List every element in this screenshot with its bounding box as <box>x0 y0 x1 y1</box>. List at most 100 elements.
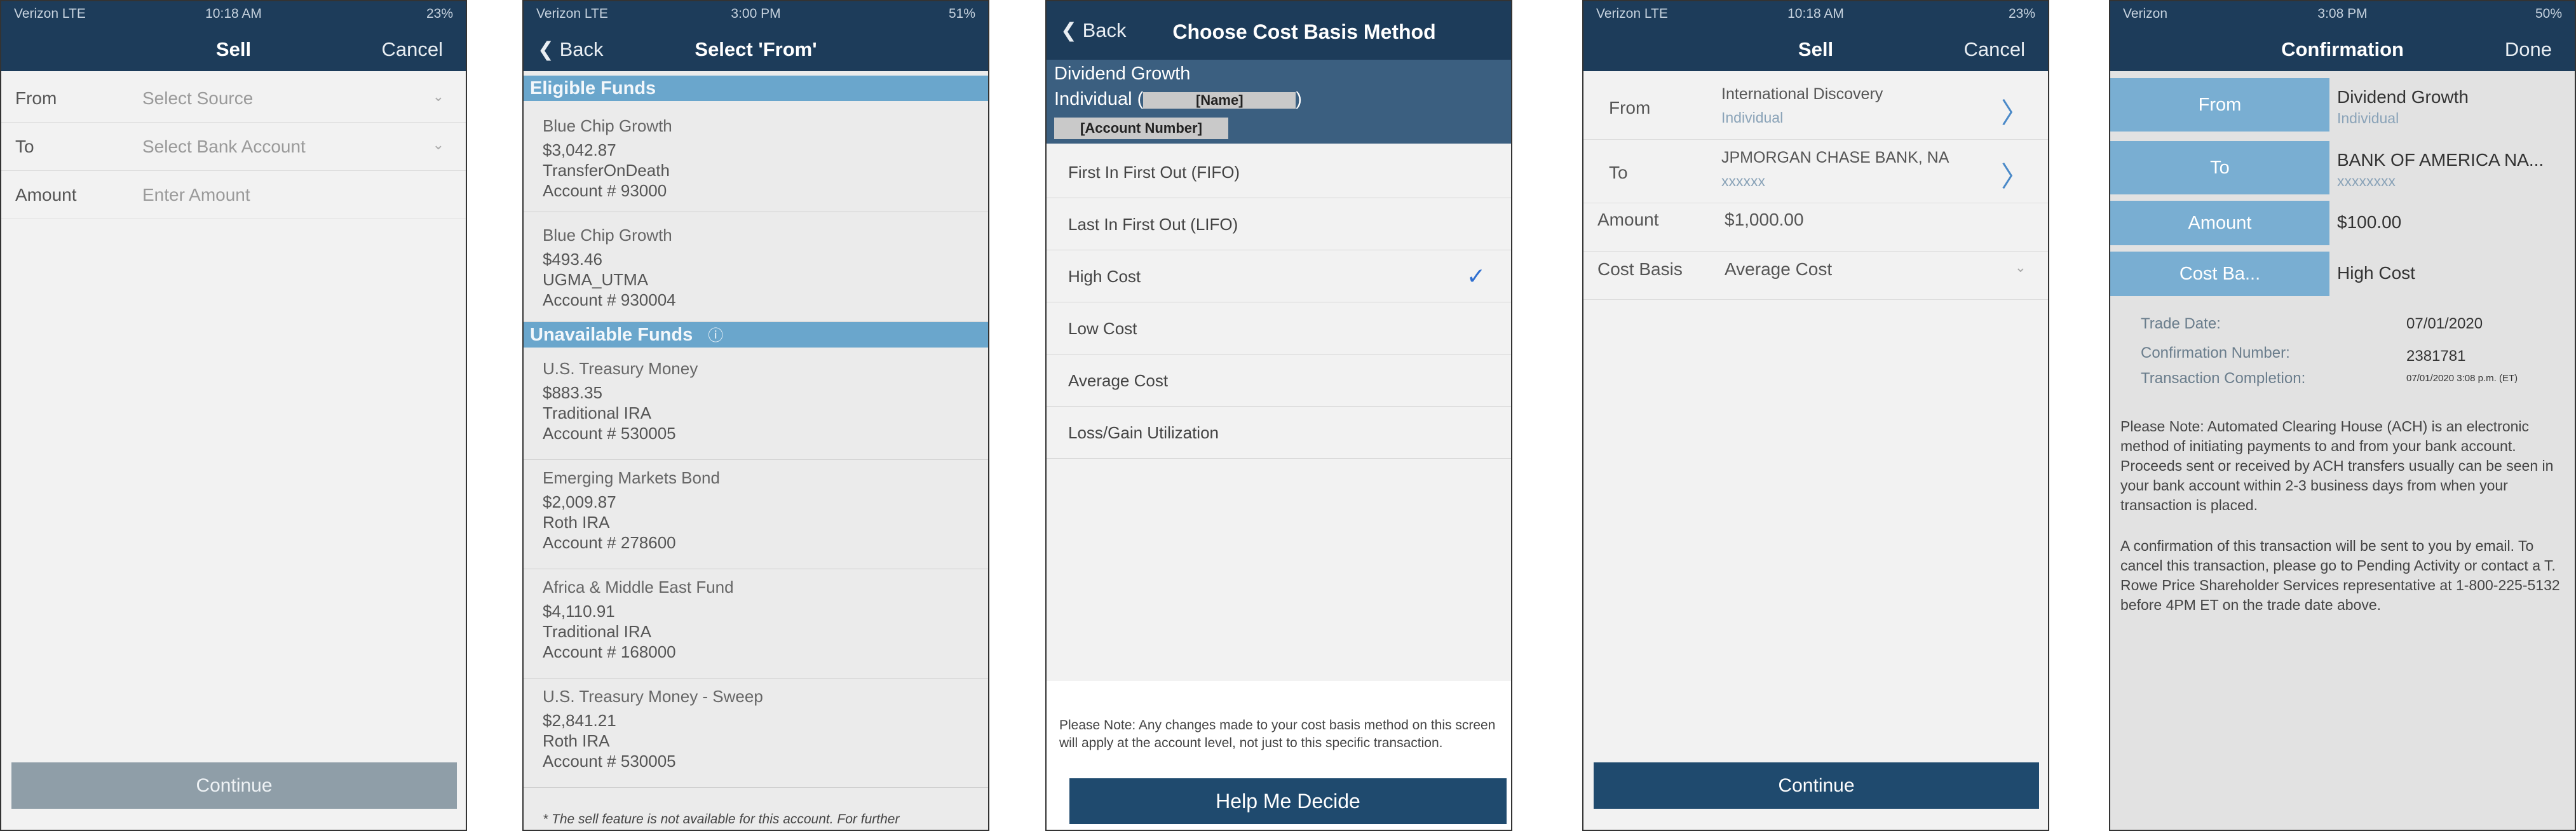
method-loss-gain[interactable]: Loss/Gain Utilization <box>1047 407 1511 459</box>
fund-name: Emerging Markets Bond <box>543 468 720 487</box>
method-label: High Cost <box>1068 267 1141 286</box>
fund-item[interactable]: Blue Chip Growth $3,042.87 TransferOnDea… <box>524 104 988 212</box>
fund-account-number: Account # 168000 <box>543 642 676 661</box>
from-fund: International Discovery <box>1721 85 1883 103</box>
select-source-field[interactable]: Select Source <box>142 88 253 109</box>
sell-review-screen: Verizon LTE 10:18 AM 23% Sell Cancel Fro… <box>1582 0 2049 831</box>
battery-label: 23% <box>2008 6 2035 21</box>
nav-bar: ❮ Back Choose Cost Basis Method <box>1047 1 1511 60</box>
confirm-row-cost-basis: Cost Ba... High Cost <box>2110 252 2575 296</box>
method-label: First In First Out (FIFO) <box>1068 163 1240 182</box>
checkmark-icon: ✓ <box>1466 263 1486 289</box>
row-label: To <box>2110 141 2329 194</box>
fund-amount: $4,110.91 <box>543 602 615 621</box>
chevron-down-icon: ⌄ <box>432 88 444 104</box>
fund-name: Africa & Middle East Fund <box>543 578 734 597</box>
fund-account-number: Account # 93000 <box>543 181 667 200</box>
cancel-button[interactable]: Cancel <box>382 38 444 61</box>
battery-label: 51% <box>948 6 975 21</box>
done-button[interactable]: Done <box>2505 38 2552 61</box>
ach-note: Please Note: Automated Clearing House (A… <box>2120 418 2554 513</box>
amount-row[interactable]: Amount $1,000.00 <box>1583 203 2048 252</box>
account-number-redacted: [Account Number] <box>1054 118 1228 139</box>
account-header: Dividend Growth Individual ([Name]) [Acc… <box>1047 60 1511 144</box>
cost-basis-screen: ❮ Back Choose Cost Basis Method Dividend… <box>1045 0 1512 831</box>
nav-bar: Sell Cancel <box>1 25 466 71</box>
fund-account-number: Account # 530005 <box>543 752 676 771</box>
chevron-right-icon: 〉 <box>2001 98 2029 129</box>
to-account-mask: xxxxxx <box>1721 173 1765 189</box>
clock: 10:18 AM <box>1787 6 1844 21</box>
from-row[interactable]: From Select Source ⌄ <box>1 74 466 123</box>
fund-amount: $493.46 <box>543 250 602 269</box>
to-label: To <box>15 137 34 156</box>
trade-date-value: 07/01/2020 <box>2406 315 2483 332</box>
unavailable-funds-label: Unavailable Funds <box>530 325 693 345</box>
row-label: Cost Ba... <box>2110 252 2329 296</box>
cost-basis-value[interactable]: Average Cost <box>1725 259 1832 280</box>
amount-row[interactable]: Amount Enter Amount <box>1 171 466 219</box>
method-label: Low Cost <box>1068 319 1137 338</box>
fund-account-type: Traditional IRA <box>543 622 651 641</box>
info-icon[interactable]: ⓘ <box>708 327 723 344</box>
fund-name: U.S. Treasury Money <box>543 359 698 378</box>
fund-amount: $883.35 <box>543 383 602 402</box>
fund-item[interactable]: Blue Chip Growth $493.46 UGMA_UTMA Accou… <box>524 213 988 321</box>
account-owner: Individual ([Name]) <box>1054 89 1302 110</box>
method-lifo[interactable]: Last In First Out (LIFO) <box>1047 198 1511 250</box>
row-value: BANK OF AMERICA NA... <box>2337 150 2544 170</box>
unavailable-funds-header: Unavailable Funds ⓘ <box>524 322 988 348</box>
to-row[interactable]: To Select Bank Account ⌄ <box>1 123 466 171</box>
continue-button[interactable]: Continue <box>11 762 457 809</box>
amount-label: Amount <box>15 185 77 205</box>
account-number-row: [Account Number] <box>1054 117 1228 139</box>
amount-input[interactable]: Enter Amount <box>142 185 250 205</box>
status-bar: Verizon LTE 10:18 AM 23% <box>1 1 466 25</box>
fund-account-type: TransferOnDeath <box>543 161 670 180</box>
method-high-cost[interactable]: High Cost ✓ <box>1047 250 1511 302</box>
fund-name: U.S. Treasury Money - Sweep <box>543 687 763 706</box>
individual-suffix: ) <box>1296 89 1302 109</box>
to-row[interactable]: To JPMORGAN CHASE BANK, NA xxxxxx 〉 <box>1583 140 2048 203</box>
row-value: High Cost <box>2337 263 2415 283</box>
page-title: Select 'From' <box>695 38 817 60</box>
row-subvalue: xxxxxxxx <box>2337 173 2396 189</box>
method-label: Average Cost <box>1068 371 1169 390</box>
sell-screen: Verizon LTE 10:18 AM 23% Sell Cancel Fro… <box>0 0 467 831</box>
continue-button[interactable]: Continue <box>1594 762 2039 809</box>
fund-account-number: Account # 278600 <box>543 533 676 552</box>
from-label: From <box>15 88 57 108</box>
from-label: From <box>1609 98 1651 118</box>
amount-label: Amount <box>1597 210 1659 229</box>
clock: 3:00 PM <box>731 6 781 21</box>
cancel-button[interactable]: Cancel <box>1964 38 2026 61</box>
method-label: Loss/Gain Utilization <box>1068 423 1219 442</box>
nav-bar: Confirmation Done <box>2110 25 2575 71</box>
fund-item: U.S. Treasury Money - Sweep $2,841.21 Ro… <box>524 680 988 788</box>
amount-value[interactable]: $1,000.00 <box>1725 210 1804 230</box>
fund-amount: $2,841.21 <box>543 711 616 730</box>
method-low-cost[interactable]: Low Cost <box>1047 302 1511 355</box>
eligible-funds-header: Eligible Funds <box>524 76 988 101</box>
row-value: $100.00 <box>2337 212 2402 232</box>
select-from-screen: Verizon LTE 3:00 PM 51% ❮ Back Select 'F… <box>522 0 989 831</box>
to-bank: JPMORGAN CHASE BANK, NA <box>1721 149 1949 166</box>
method-average-cost[interactable]: Average Cost <box>1047 355 1511 407</box>
cost-basis-row[interactable]: Cost Basis Average Cost ⌄ <box>1583 252 2048 300</box>
method-fifo[interactable]: First In First Out (FIFO) <box>1047 146 1511 198</box>
select-bank-account-field[interactable]: Select Bank Account <box>142 137 306 157</box>
status-bar: Verizon 3:08 PM 50% <box>2110 1 2575 25</box>
from-row[interactable]: From International Discovery Individual … <box>1583 76 2048 140</box>
help-me-decide-button[interactable]: Help Me Decide <box>1069 778 1507 824</box>
fund-account-type: Roth IRA <box>543 731 610 750</box>
row-label: From <box>2110 78 2329 132</box>
cost-basis-label: Cost Basis <box>1597 259 1683 279</box>
trade-date-label: Trade Date: <box>2141 315 2221 332</box>
fund-item: Africa & Middle East Fund $4,110.91 Trad… <box>524 571 988 679</box>
clock: 10:18 AM <box>205 6 262 21</box>
fund-name: Dividend Growth <box>1054 64 1191 84</box>
battery-label: 23% <box>426 6 453 21</box>
confirm-row-to: To BANK OF AMERICA NA... xxxxxxxx <box>2110 141 2575 194</box>
row-subvalue: Individual <box>2337 110 2399 126</box>
method-label: Last In First Out (LIFO) <box>1068 215 1238 234</box>
